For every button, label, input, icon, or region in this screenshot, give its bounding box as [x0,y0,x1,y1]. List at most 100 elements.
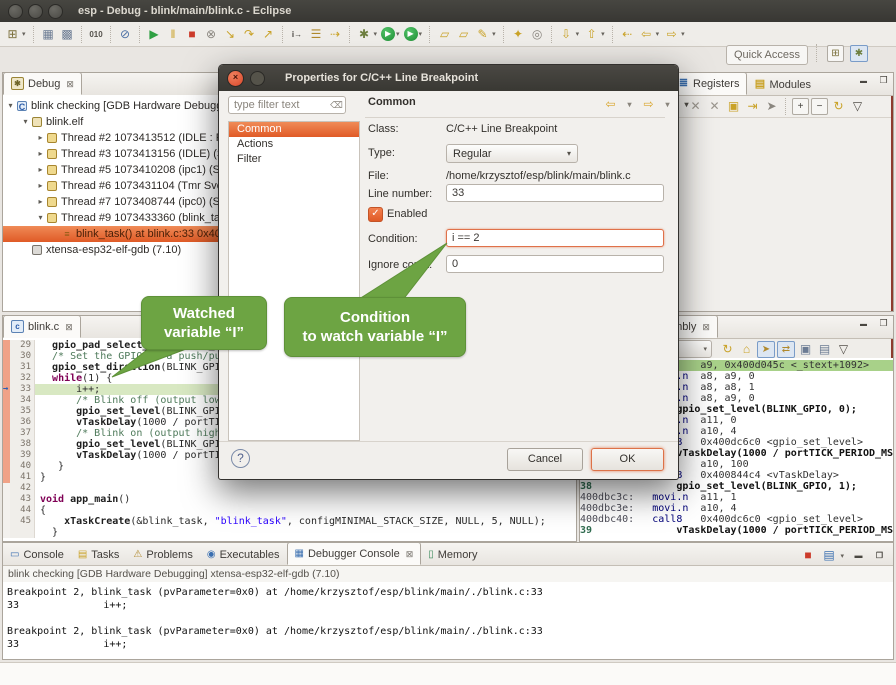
view-menu-icon[interactable]: ▽ [835,340,852,359]
close-icon[interactable] [63,321,73,333]
save-icon[interactable]: ▦ [40,25,57,44]
clear-filter-icon[interactable] [330,99,343,111]
cancel-button[interactable]: Cancel [507,448,583,471]
external-tools-icon-dropdown[interactable]: ▾ [419,30,423,38]
tree-item-launch-config[interactable]: ▾Cblink checking [GDB Hardware Debugging… [3,98,246,114]
dialog-section-filter[interactable]: Filter [229,152,359,167]
debug-perspective-icon[interactable]: ✱ [850,45,868,62]
close-icon[interactable] [64,78,74,90]
restore-default-register-groups-icon[interactable]: ⇥ [744,97,761,116]
back-icon-dropdown[interactable]: ▾ [656,30,660,38]
twisty-icon[interactable]: ▾ [20,114,31,130]
resume-icon[interactable]: ▶ [146,25,163,44]
open-new-view-icon[interactable]: ▣ [797,340,814,359]
link-with-active-debug-context-icon[interactable]: ⇄ [777,341,795,358]
line-number-input[interactable] [446,184,664,202]
run-icon[interactable]: ▶ [381,27,395,41]
code-line[interactable]: 44{ [3,505,576,516]
follow-pc-icon[interactable]: ➤ [757,341,775,358]
edit-icon[interactable]: ✎ [474,25,491,44]
tab-registers[interactable]: ≣ Registers [670,72,747,95]
type-select[interactable]: Regular [446,144,578,163]
step-return-icon[interactable]: ↗ [260,25,277,44]
tab-executables[interactable]: ◉Executables [200,544,287,565]
debug-icon[interactable]: ✱ [356,25,373,44]
tab-debugger-console[interactable]: ▦Debugger Console [287,542,422,565]
external-tools-icon[interactable]: ▶ [404,27,418,41]
disassembly-line[interactable]: 400dbc3c: movi.n a11, 1 [580,492,893,503]
twisty-icon[interactable]: ▸ [35,178,46,194]
window-minimize-icon[interactable] [28,4,43,19]
minimize-icon[interactable] [857,319,870,330]
open-element-icon[interactable]: ▱ [436,25,453,44]
dialog-section-actions[interactable]: Actions [229,137,359,152]
run-icon-dropdown[interactable]: ▾ [396,30,400,38]
remove-all-register-groups-icon[interactable]: ✕ [706,97,723,116]
disconnect-icon[interactable]: ⊗ [203,25,220,44]
home-icon[interactable]: ⌂ [738,340,755,359]
forward-icon[interactable]: ⇨ [640,95,657,114]
open-perspective-icon[interactable]: ⊞ [827,45,844,62]
forward-dropdown-icon[interactable]: ▾ [659,95,676,114]
view-menu-icon[interactable]: ▾ [678,95,695,114]
tab-memory[interactable]: ▯Memory [421,544,484,565]
back-dropdown-icon[interactable]: ▾ [621,95,638,114]
minimize-icon[interactable] [857,76,870,87]
maximize-icon[interactable] [877,76,890,87]
tab-tasks[interactable]: ▤Tasks [71,544,127,565]
collapse-all-icon[interactable]: − [811,98,828,115]
tab-blink-c[interactable]: c blink.c [3,315,81,338]
tab-debug[interactable]: ✱ Debug [3,72,82,95]
close-icon[interactable] [700,321,710,333]
forward-icon[interactable]: ⇨ [663,25,680,44]
dialog-section-common[interactable]: Common [229,122,359,137]
close-icon[interactable] [404,548,414,560]
disassembly-line[interactable]: 400dbc3e: movi.n a10, 4 [580,503,893,514]
tree-item-gdb[interactable]: xtensa-esp32-elf-gdb (7.10) [3,242,246,258]
pointer-icon[interactable]: ➤ [763,97,780,116]
add-register-group-icon[interactable]: ▣ [725,97,742,116]
step-over-icon[interactable]: ↷ [241,25,258,44]
skip-all-breakpoints-icon[interactable]: ⊘ [117,25,134,44]
quick-access-box[interactable]: Quick Access [726,45,808,65]
terminate-icon[interactable]: ■ [184,25,201,44]
next-annotation-icon-dropdown[interactable]: ▾ [576,30,580,38]
disassembly-line[interactable]: 400dbc40: call8 0x400dc6c0 <gpio_set_lev… [580,514,893,525]
code-line[interactable]: 42 [3,483,576,494]
ignore-count-input[interactable] [446,255,664,273]
last-edit-location-icon[interactable]: ⇠ [619,25,636,44]
ok-button[interactable]: OK [591,448,664,471]
instruction-stepping-icon[interactable]: i→ [289,25,306,44]
code-line[interactable]: 43void app_main() [3,494,576,505]
minimize-icon[interactable]: ▬ [850,546,867,565]
twisty-icon[interactable]: ▾ [5,98,16,114]
enabled-checkbox[interactable] [368,207,383,222]
window-close-icon[interactable] [8,4,23,19]
forward-icon-dropdown[interactable]: ▾ [681,30,685,38]
open-resource-icon[interactable]: ▱ [455,25,472,44]
tree-item-thread-5[interactable]: ▸Thread #5 1073410208 (ipc1) (Suspended) [3,162,246,178]
tab-problems[interactable]: ⚠Problems [126,544,199,565]
condition-input[interactable] [446,229,664,247]
tree-item-thread-2[interactable]: ▸Thread #2 1073413512 (IDLE : Running) [3,130,246,146]
pin-view-icon[interactable]: ▤ [816,340,833,359]
toggle-mark-occurrences-icon[interactable]: ◎ [529,25,546,44]
code-line[interactable]: } [3,527,576,538]
expand-all-icon[interactable]: + [792,98,809,115]
refresh-icon[interactable]: ↻ [719,340,736,359]
disassembly-line[interactable]: 39 vTaskDelay(1000 / portTICK_PERIOD_MS)… [580,525,893,536]
maximize-icon[interactable] [877,319,890,330]
show-view-icon[interactable]: ☰ [308,25,325,44]
new-wizard-icon[interactable]: ⊞ [4,25,21,44]
tab-modules[interactable]: ▤ Modules [747,74,818,95]
twisty-icon[interactable]: ▾ [35,210,46,226]
dialog-close-icon[interactable] [227,70,244,87]
twisty-icon[interactable]: ▸ [35,194,46,210]
use-step-filters-icon[interactable]: ⇢ [327,25,344,44]
help-icon[interactable] [231,449,250,468]
edit-icon-dropdown[interactable]: ▾ [492,30,496,38]
twisty-icon[interactable]: ▸ [35,146,46,162]
new-wizard-icon-dropdown[interactable]: ▾ [22,30,26,38]
previous-annotation-icon[interactable]: ⇧ [583,25,600,44]
maximize-icon[interactable]: ❒ [871,546,888,565]
